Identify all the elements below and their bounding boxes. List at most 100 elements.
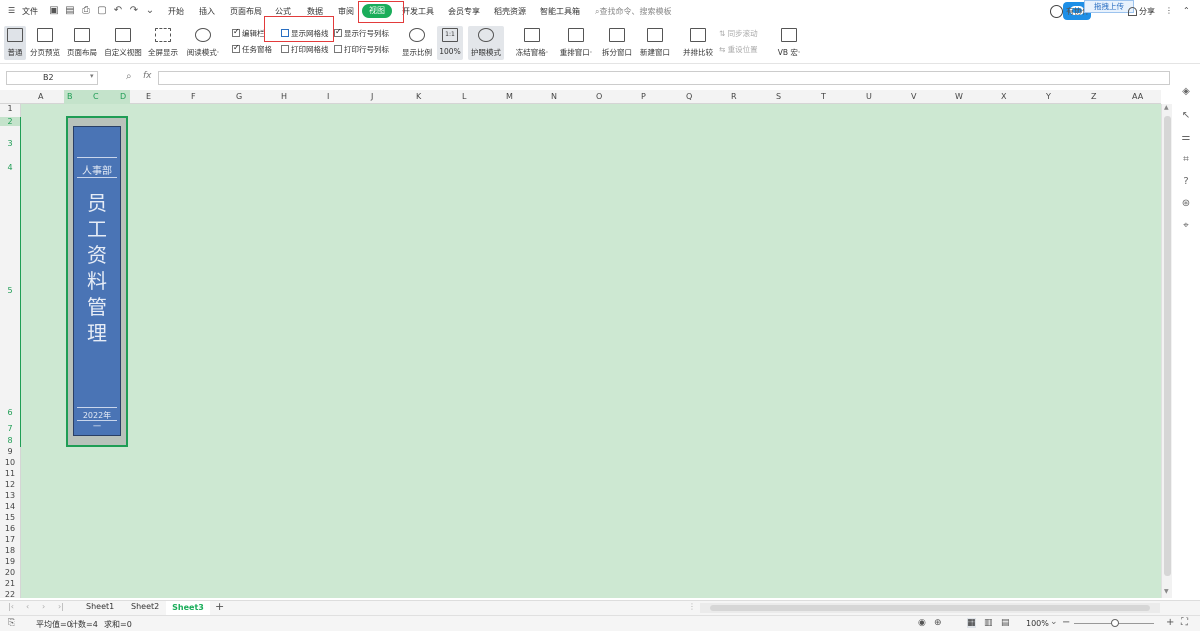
new-window-button[interactable]: 新建窗口	[637, 26, 673, 60]
last-sheet-icon[interactable]: ›|	[58, 602, 64, 611]
col-header-j[interactable]: J	[371, 92, 373, 101]
split-window-button[interactable]: 拆分窗口	[599, 26, 635, 60]
hamburger-menu-icon[interactable]: ☰	[8, 6, 15, 15]
col-header-q[interactable]: Q	[686, 92, 692, 101]
save-icon[interactable]: ▣	[48, 5, 60, 17]
select-cursor-icon[interactable]: ↖	[1180, 110, 1192, 122]
col-header-i[interactable]: I	[327, 92, 329, 101]
col-header-y[interactable]: Y	[1046, 92, 1051, 101]
first-sheet-icon[interactable]: |‹	[8, 602, 14, 611]
share-icon[interactable]	[1128, 7, 1137, 16]
next-sheet-icon[interactable]: ›	[42, 602, 45, 611]
page-break-preview-button[interactable]: 分页预览	[30, 26, 60, 60]
row-header-20[interactable]: 20	[0, 568, 20, 577]
sheet-tab-3[interactable]: Sheet3	[166, 601, 210, 615]
horizontal-scroll-thumb[interactable]	[710, 605, 1150, 611]
macro-record-icon[interactable]: ⎘	[8, 618, 15, 628]
zoom-level[interactable]: 100%	[1026, 619, 1049, 628]
row-header-14[interactable]: 14	[0, 502, 20, 511]
col-header-l[interactable]: L	[462, 92, 466, 101]
vertical-scrollbar[interactable]: ▲ ▼	[1161, 104, 1172, 598]
share-button[interactable]: 分享	[1139, 6, 1155, 17]
show-headers-checkbox[interactable]: 显示行号列标	[334, 27, 389, 39]
eye-protection-button[interactable]: 护眼模式	[468, 26, 504, 60]
vertical-scroll-thumb[interactable]	[1164, 116, 1171, 576]
side-by-side-button[interactable]: 并排比较	[680, 26, 716, 60]
page-layout-status-icon[interactable]: ▥	[984, 618, 993, 628]
formula-input[interactable]	[158, 71, 1170, 85]
row-header-15[interactable]: 15	[0, 513, 20, 522]
print-headers-checkbox[interactable]: 打印行号列标	[334, 44, 389, 55]
prev-sheet-icon[interactable]: ‹	[26, 602, 29, 611]
col-header-f[interactable]: F	[191, 92, 196, 101]
col-header-s[interactable]: S	[776, 92, 781, 101]
custom-view-button[interactable]: 自定义视图	[103, 26, 143, 60]
col-header-k[interactable]: K	[416, 92, 421, 101]
col-header-w[interactable]: W	[955, 92, 963, 101]
col-header-u[interactable]: U	[866, 92, 872, 101]
print-icon[interactable]: ⎙	[80, 5, 92, 17]
col-header-r[interactable]: R	[731, 92, 737, 101]
row-header-19[interactable]: 19	[0, 557, 20, 566]
col-header-n[interactable]: N	[551, 92, 557, 101]
page-break-status-icon[interactable]: ▤	[1001, 618, 1010, 628]
vb-macro-button[interactable]: VB 宏·	[774, 26, 804, 60]
reading-mode-button[interactable]: 阅读模式·	[184, 26, 222, 60]
collapse-ribbon-icon[interactable]: ⌃	[1183, 6, 1190, 15]
zoom-in-icon[interactable]: +	[1166, 617, 1174, 628]
name-box-dropdown-icon[interactable]: ▾	[90, 72, 94, 80]
arrange-windows-button[interactable]: 重排窗口·	[556, 26, 596, 60]
row-header-22[interactable]: 22	[0, 590, 20, 598]
location-icon[interactable]: ⌖	[1180, 220, 1192, 232]
row-header-7[interactable]: 7	[0, 424, 20, 433]
row-header-10[interactable]: 10	[0, 458, 20, 467]
tab-home[interactable]: 开始	[168, 6, 184, 17]
sheet-tab-1[interactable]: Sheet1	[86, 602, 114, 611]
zoom-dropdown-icon[interactable]: ⌄	[1050, 617, 1058, 627]
crop-icon[interactable]: ⌗	[1180, 154, 1192, 166]
fullscreen-button[interactable]: 全屏显示	[147, 26, 179, 60]
zoom-out-icon[interactable]: −	[1062, 617, 1070, 628]
tab-developer[interactable]: 开发工具	[402, 6, 434, 17]
print-gridlines-checkbox[interactable]: 打印网格线	[281, 44, 329, 55]
row-header-11[interactable]: 11	[0, 469, 20, 478]
menu-file[interactable]: 文件	[22, 6, 38, 17]
cloud-sync-icon[interactable]	[1050, 5, 1063, 18]
horizontal-scrollbar[interactable]	[700, 603, 1160, 613]
name-box[interactable]: B2 ▾	[6, 71, 98, 85]
more-options-icon[interactable]: ⋮	[1165, 6, 1173, 15]
col-header-p[interactable]: P	[641, 92, 646, 101]
redo-icon[interactable]: ↷	[128, 5, 140, 17]
col-header-v[interactable]: V	[911, 92, 916, 101]
freeze-panes-button[interactable]: 冻结窗格·	[512, 26, 552, 60]
col-header-g[interactable]: G	[236, 92, 242, 101]
zoom-slider-thumb[interactable]	[1111, 619, 1119, 627]
tab-page-layout[interactable]: 页面布局	[230, 6, 262, 17]
row-header-18[interactable]: 18	[0, 546, 20, 555]
tab-member[interactable]: 会员专享	[448, 6, 480, 17]
col-header-z[interactable]: Z	[1091, 92, 1096, 101]
row-header-16[interactable]: 16	[0, 524, 20, 533]
undo-icon[interactable]: ↶	[112, 5, 124, 17]
row-header-5[interactable]: 5	[0, 286, 20, 295]
help-icon[interactable]: ?	[1180, 176, 1192, 188]
normal-view-button[interactable]: 普通	[4, 26, 26, 60]
row-header-21[interactable]: 21	[0, 579, 20, 588]
normal-view-status-icon[interactable]: ▦	[967, 618, 976, 628]
task-pane-checkbox[interactable]: 任务窗格	[232, 43, 272, 55]
add-sheet-icon[interactable]: +	[215, 600, 224, 613]
col-header-a[interactable]: A	[38, 92, 43, 101]
tabs-menu-icon[interactable]: ⋮	[688, 602, 696, 611]
style-icon[interactable]: ◈	[1180, 86, 1192, 98]
row-header-9[interactable]: 9	[0, 447, 20, 456]
eye-mode-status-icon[interactable]: ◉	[918, 618, 926, 628]
file-spine-label[interactable]: 人事部 员 工 资 料 管 理 2022年 一	[73, 126, 121, 436]
row-header-4[interactable]: 4	[0, 163, 20, 172]
row-header-17[interactable]: 17	[0, 535, 20, 544]
col-header-x[interactable]: X	[1001, 92, 1006, 101]
col-header-b[interactable]: B	[67, 92, 73, 101]
row-header-3[interactable]: 3	[0, 139, 20, 148]
col-header-aa[interactable]: AA	[1132, 92, 1143, 101]
reset-position-button[interactable]: ⇆ 重设位置	[719, 44, 758, 55]
row-header-8[interactable]: 8	[0, 436, 20, 445]
